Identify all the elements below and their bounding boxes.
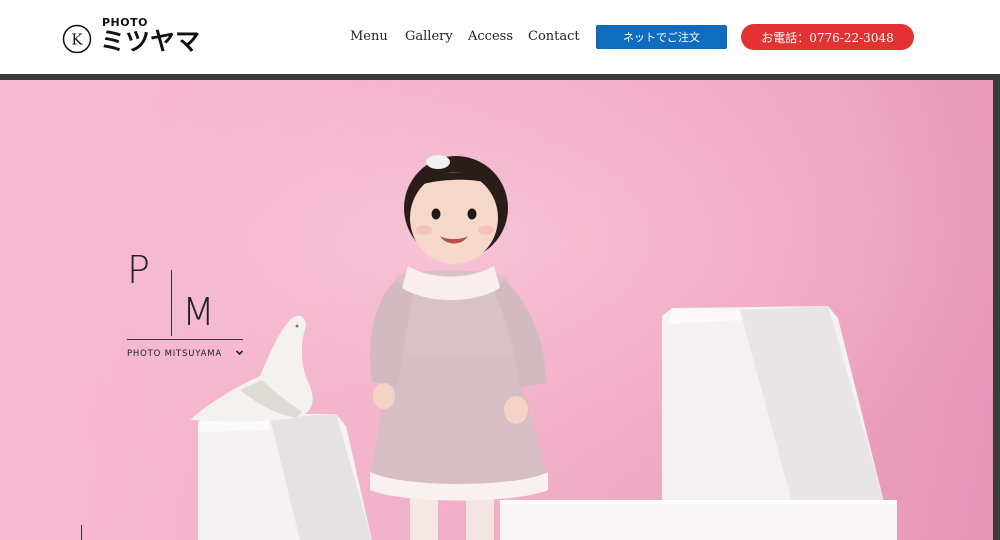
site-logo[interactable]: K PHOTO ミツヤマ <box>62 14 222 58</box>
online-order-button[interactable]: ネットでご注文 <box>596 25 727 49</box>
pm-logo-p: P <box>127 248 150 292</box>
pm-brand-logo[interactable]: P M PHOTO MITSUYAMA <box>127 248 247 365</box>
white-box-bottom <box>500 502 897 540</box>
pm-logo-m: M <box>182 290 215 334</box>
logo-main-text: ミツヤマ <box>100 27 201 56</box>
nav-link-gallery[interactable]: Gallery <box>405 29 453 44</box>
white-pedestal-left <box>198 414 372 540</box>
logo-emblem-letter: K <box>71 31 83 49</box>
nav-link-access[interactable]: Access <box>468 29 513 44</box>
pm-logo-caption: PHOTO MITSUYAMA <box>127 349 222 359</box>
site-header: K PHOTO ミツヤマ Menu Gallery Access Contact… <box>0 0 1000 74</box>
pm-logo-divider-horizontal <box>127 339 243 340</box>
pm-logo-divider-vertical <box>171 270 172 336</box>
logo-emblem-icon: K <box>62 24 92 54</box>
nav-link-contact[interactable]: Contact <box>528 29 580 44</box>
nav-link-menu[interactable]: Menu <box>350 29 388 44</box>
scroll-indicator-line <box>81 525 82 540</box>
hero-banner: P M PHOTO MITSUYAMA <box>0 80 993 540</box>
phone-call-button[interactable]: お電話：0776-22-3048 <box>741 24 914 50</box>
chevron-down-icon[interactable] <box>235 348 244 357</box>
